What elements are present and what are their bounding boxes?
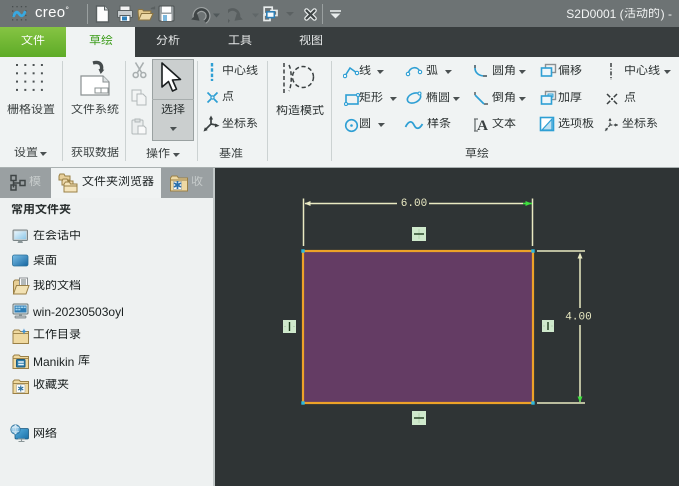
svg-text:6.00: 6.00 — [401, 198, 427, 210]
svg-text:✱: ✱ — [173, 180, 182, 192]
svg-text:4.00: 4.00 — [565, 312, 591, 324]
svg-text:A: A — [477, 118, 488, 133]
